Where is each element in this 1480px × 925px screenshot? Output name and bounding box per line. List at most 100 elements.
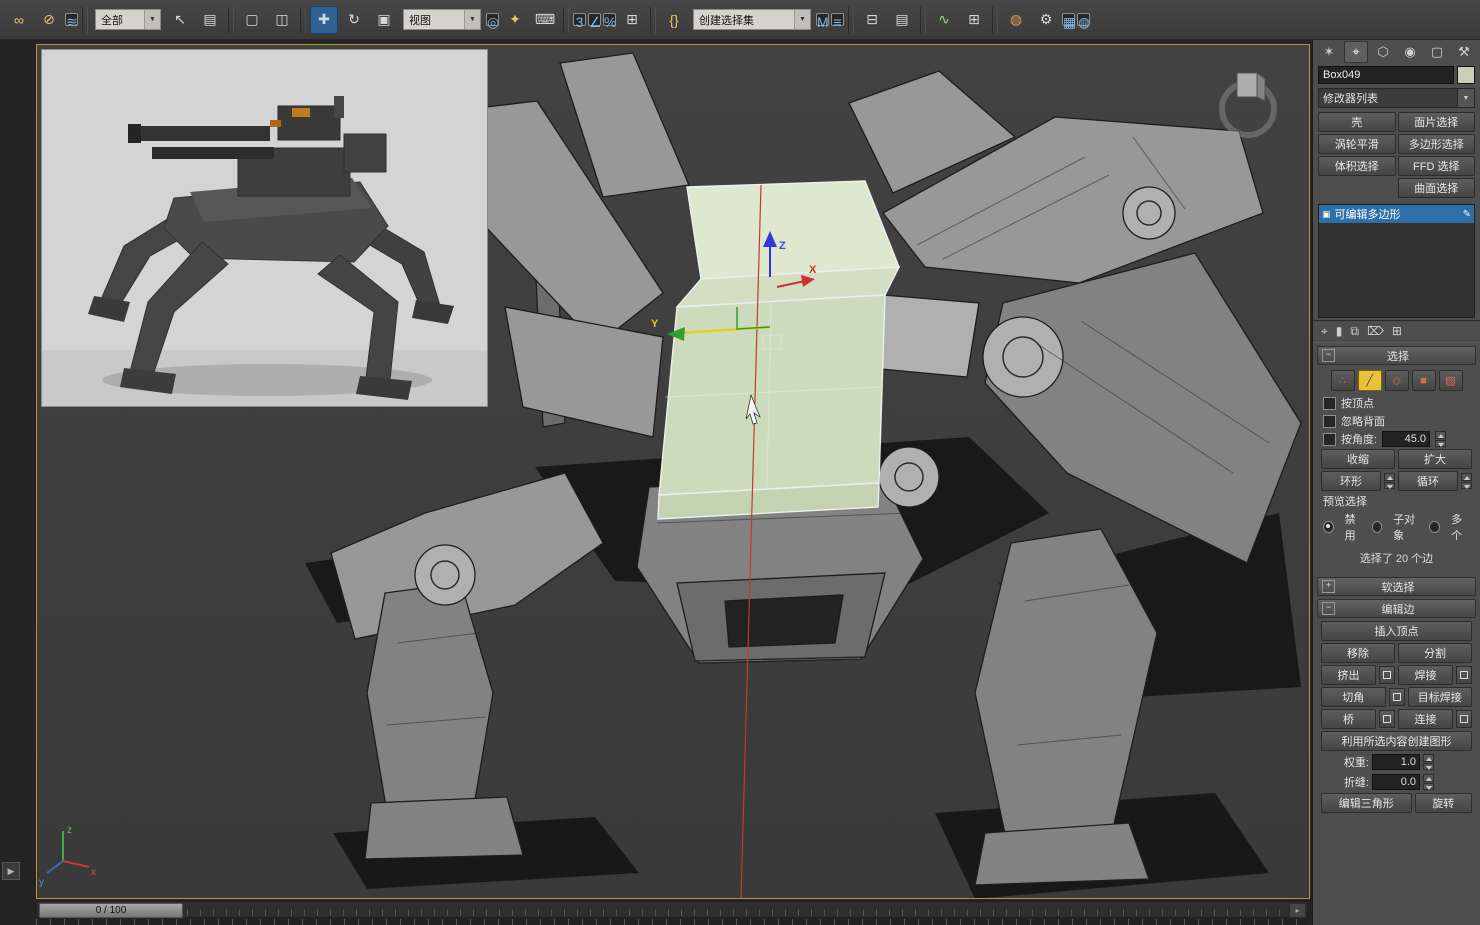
unlink-selection-icon[interactable]: ⊘ <box>35 6 63 34</box>
select-and-link-icon[interactable]: ∞ <box>5 6 33 34</box>
modifier-button-turbosmooth[interactable]: 涡轮平滑 <box>1318 134 1396 154</box>
target-weld-button[interactable]: 目标焊接 <box>1407 687 1472 707</box>
crease-value-field[interactable]: 0.0 <box>1372 774 1420 790</box>
perspective-viewport[interactable]: Z X Y z x y <box>36 44 1310 899</box>
timeline-end-arrow[interactable]: ▸ <box>1289 903 1306 918</box>
ignore-backfacing-checkbox[interactable] <box>1323 414 1336 428</box>
named-selection-set-dropdown[interactable]: 创建选择集 ▼ <box>693 9 811 30</box>
select-by-name-icon[interactable]: ▤ <box>196 6 224 34</box>
time-slider[interactable]: 0 / 100 <box>39 903 183 918</box>
bridge-settings-button[interactable] <box>1379 710 1395 728</box>
connect-button[interactable]: 连接 <box>1398 709 1453 729</box>
modifier-list-dropdown[interactable]: 修改器列表 ▼ <box>1318 88 1475 108</box>
tab-modify[interactable]: ⌖ <box>1344 41 1368 63</box>
schematic-view-icon[interactable]: ⊞ <box>960 6 988 34</box>
modifier-button-ffd-select[interactable]: FFD 选择 <box>1397 156 1475 176</box>
stack-item-editable-poly[interactable]: ▣ 可编辑多边形 ✎ <box>1319 205 1474 223</box>
shrink-button[interactable]: 收缩 <box>1321 449 1395 469</box>
keyboard-override-icon[interactable]: ⌨ <box>531 6 559 34</box>
weight-value-field[interactable]: 1.0 <box>1372 754 1420 770</box>
tab-create[interactable]: ✶ <box>1317 41 1341 63</box>
viewcube[interactable] <box>1219 72 1277 138</box>
pin-stack-icon[interactable]: ⌖ <box>1321 324 1328 339</box>
modifier-button-vol-select[interactable]: 体积选择 <box>1318 156 1396 176</box>
tab-motion[interactable]: ◉ <box>1398 41 1422 63</box>
ring-spinner[interactable] <box>1384 473 1395 489</box>
subobject-vertex-icon[interactable]: ∴ <box>1330 370 1355 391</box>
make-unique-icon[interactable]: ⧉ <box>1350 324 1359 339</box>
selected-box-object[interactable] <box>657 180 901 520</box>
radio-disable[interactable] <box>1323 521 1334 533</box>
chamfer-button[interactable]: 切角 <box>1321 687 1386 707</box>
object-name-field[interactable]: Box049 <box>1318 66 1454 84</box>
weight-spinner[interactable] <box>1423 754 1434 770</box>
insert-vertex-button[interactable]: 插入顶点 <box>1321 621 1472 641</box>
angle-spinner[interactable] <box>1435 431 1447 447</box>
graphite-ribbon-icon[interactable]: ▤ <box>888 6 916 34</box>
rollout-selection-header[interactable]: − 选择 <box>1317 346 1476 365</box>
select-and-rotate-icon[interactable]: ↻ <box>340 6 368 34</box>
mirror-icon[interactable]: M <box>816 13 829 30</box>
turn-button[interactable]: 旋转 <box>1414 793 1472 813</box>
show-end-result-icon[interactable]: ▮ <box>1336 324 1343 339</box>
edit-triangulation-button[interactable]: 编辑三角形 <box>1321 793 1412 813</box>
bind-to-space-warp-icon[interactable]: ≋ <box>65 13 78 30</box>
selection-filter-dropdown[interactable]: 全部 ▼ <box>95 9 161 30</box>
timeline-track[interactable]: 0 / 100 ▸ <box>36 901 1308 918</box>
create-shape-button[interactable]: 利用所选内容创建图形 <box>1321 731 1472 751</box>
modifier-stack[interactable]: ▣ 可编辑多边形 ✎ <box>1318 204 1475 318</box>
spinner-snap-icon[interactable]: ⊞ <box>618 6 646 34</box>
select-and-move-icon[interactable]: ✚ <box>310 5 338 34</box>
remove-modifier-icon[interactable]: ⌦ <box>1367 324 1384 339</box>
extrude-settings-button[interactable] <box>1379 666 1395 684</box>
split-button[interactable]: 分割 <box>1398 643 1472 663</box>
connect-settings-button[interactable] <box>1456 710 1472 728</box>
grow-button[interactable]: 扩大 <box>1398 449 1472 469</box>
ring-button[interactable]: 环形 <box>1321 471 1381 491</box>
tab-utilities[interactable]: ⚒ <box>1452 41 1476 63</box>
remove-button[interactable]: 移除 <box>1321 643 1395 663</box>
render-setup-icon[interactable]: ⚙ <box>1032 6 1060 34</box>
viewport-tab-arrow[interactable]: ▶ <box>2 862 20 880</box>
angle-value-field[interactable]: 45.0 <box>1382 431 1431 447</box>
subobject-polygon-icon[interactable]: ■ <box>1411 370 1436 391</box>
track-bar-ruler[interactable] <box>36 919 1308 925</box>
object-color-swatch[interactable] <box>1457 66 1475 84</box>
modifier-button-patch-select[interactable]: 面片选择 <box>1397 112 1475 132</box>
stack-pin-icon[interactable]: ✎ <box>1463 209 1471 220</box>
curve-editor-icon[interactable]: ∿ <box>930 6 958 34</box>
material-editor-icon[interactable]: ◍ <box>1002 6 1030 34</box>
modifier-button-poly-select[interactable]: 多边形选择 <box>1397 134 1475 154</box>
use-pivot-point-icon[interactable]: ◎ <box>486 13 499 30</box>
radio-subobject[interactable] <box>1371 521 1383 533</box>
rollout-edit-edges-header[interactable]: − 编辑边 <box>1317 599 1476 618</box>
selection-region-icon[interactable]: ▢ <box>238 6 266 34</box>
reference-coordinate-dropdown[interactable]: 视图 ▼ <box>403 9 481 30</box>
modifier-button-surface-select[interactable]: 曲面选择 <box>1397 178 1475 198</box>
by-vertex-checkbox[interactable] <box>1323 396 1336 410</box>
subobject-border-icon[interactable]: ◇ <box>1384 370 1409 391</box>
percent-snap-icon[interactable]: % <box>603 13 616 30</box>
by-angle-checkbox[interactable] <box>1323 432 1336 446</box>
loop-button[interactable]: 循环 <box>1398 471 1458 491</box>
select-object-icon[interactable]: ↖ <box>166 6 194 34</box>
crease-spinner[interactable] <box>1423 774 1434 790</box>
modifier-button-shell[interactable]: 壳 <box>1318 112 1396 132</box>
rollout-soft-selection-header[interactable]: + 软选择 <box>1317 577 1476 596</box>
rendered-frame-icon[interactable]: ▦ <box>1062 13 1076 30</box>
select-and-scale-icon[interactable]: ▣ <box>370 6 398 34</box>
layer-manager-icon[interactable]: ⊟ <box>858 6 886 34</box>
chamfer-settings-button[interactable] <box>1388 688 1405 706</box>
named-selection-sets-icon[interactable]: {} <box>660 6 688 34</box>
angle-snap-icon[interactable]: ∠ <box>588 13 602 30</box>
align-icon[interactable]: ≡ <box>831 13 844 30</box>
render-production-icon[interactable]: ◍ <box>1077 13 1090 30</box>
loop-spinner[interactable] <box>1461 473 1472 489</box>
configure-modifier-sets-icon[interactable]: ⊞ <box>1392 324 1402 339</box>
extrude-button[interactable]: 挤出 <box>1321 665 1376 685</box>
window-crossing-icon[interactable]: ◫ <box>268 6 296 34</box>
select-and-manipulate-icon[interactable]: ✦ <box>501 6 529 34</box>
tab-hierarchy[interactable]: ⬡ <box>1371 41 1395 63</box>
weld-settings-button[interactable] <box>1456 666 1472 684</box>
subobject-element-icon[interactable]: ▧ <box>1438 370 1463 391</box>
